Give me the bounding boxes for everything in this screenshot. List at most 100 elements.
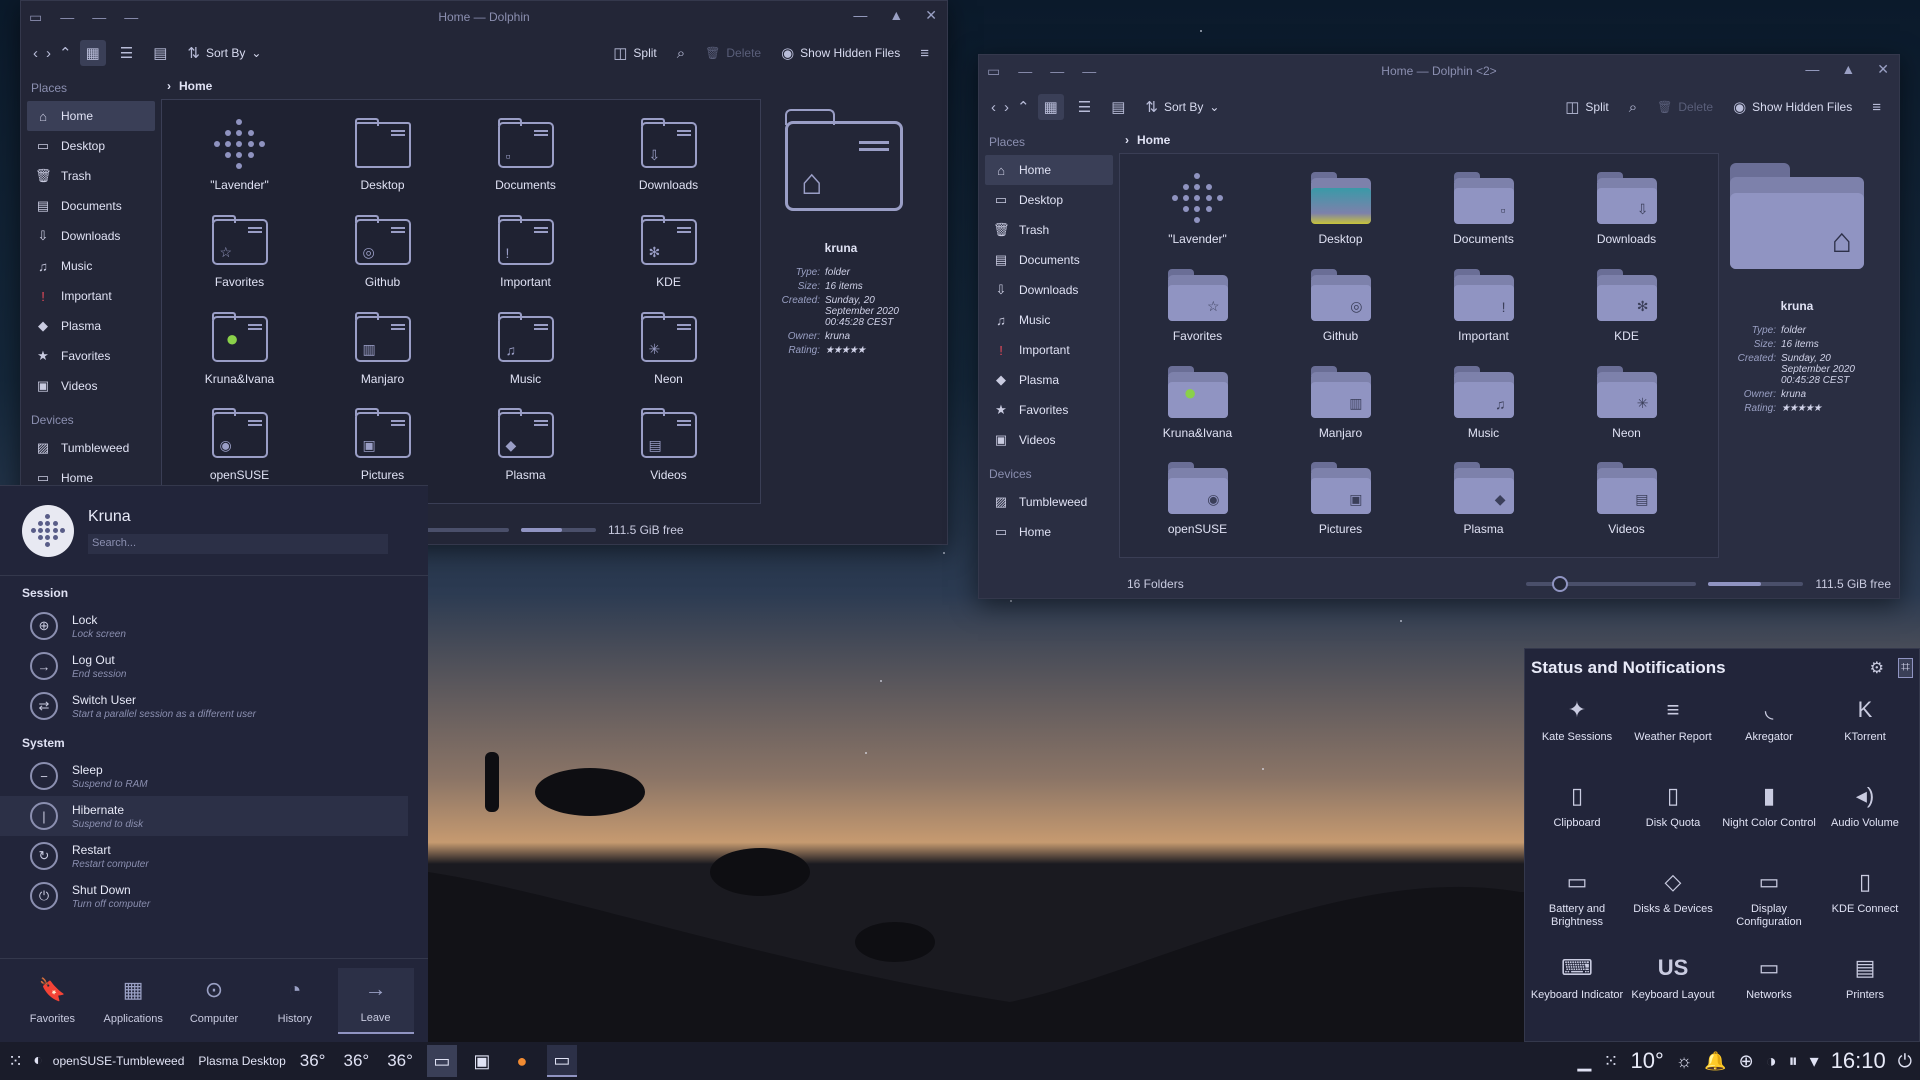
status-item-printers[interactable]: ▤ Printers: [1817, 947, 1913, 1033]
breadcrumb-home[interactable]: Home: [179, 79, 212, 93]
titlebar[interactable]: ▭ — — — Home — Dolphin — ▲ ✕: [21, 1, 947, 33]
folder-item[interactable]: ⇩ Downloads: [597, 108, 740, 202]
launcher-item-log-out[interactable]: → Log Out End session: [0, 646, 408, 686]
media-pause-icon[interactable]: ⏸: [1789, 1051, 1798, 1072]
dolphin-task-icon[interactable]: ▭: [546, 1045, 577, 1077]
folder-item[interactable]: "Lavender": [168, 108, 311, 202]
folder-item[interactable]: ⇩ Downloads: [1555, 162, 1698, 256]
maximize-icon[interactable]: ▲: [889, 7, 903, 24]
sidebar-item-videos[interactable]: ▣ Videos: [27, 371, 155, 401]
search-input[interactable]: Search...: [88, 533, 388, 554]
folder-item[interactable]: Desktop: [311, 108, 454, 202]
folder-item[interactable]: ✻ KDE: [1555, 259, 1698, 353]
status-item-display-configuration[interactable]: ▭ Display Configuration: [1721, 861, 1817, 947]
sort-by-button[interactable]: ⇅ Sort By ⌄: [1139, 94, 1225, 120]
rating-stars[interactable]: ★★★★★: [825, 345, 909, 356]
firefox-task-icon[interactable]: ●: [507, 1045, 537, 1077]
forward-icon[interactable]: ›: [1004, 99, 1009, 116]
close-icon[interactable]: ✕: [1877, 61, 1889, 78]
show-desktop-icon[interactable]: ▁: [1578, 1051, 1592, 1072]
breadcrumb[interactable]: › Home: [1119, 127, 1899, 153]
launcher-item-restart[interactable]: ↻ Restart Restart computer: [0, 836, 408, 876]
folder-item[interactable]: ● Kruna&Ivana: [168, 302, 311, 396]
sidebar-device-tumbleweed[interactable]: ▨ Tumbleweed: [27, 433, 155, 463]
folder-item[interactable]: ◉ openSUSE: [168, 398, 311, 492]
sidebar-item-downloads[interactable]: ⇩ Downloads: [27, 221, 155, 251]
sidebar-item-home[interactable]: ⌂ Home: [985, 155, 1113, 185]
titlebar[interactable]: ▭ — — — Home — Dolphin <2> — ▲ ✕: [979, 55, 1899, 87]
folder-item[interactable]: ✳ Neon: [597, 302, 740, 396]
folder-item[interactable]: ☆ Favorites: [1126, 259, 1269, 353]
launcher-item-shut-down[interactable]: ⏻ Shut Down Turn off computer: [0, 876, 408, 916]
folder-item[interactable]: ◆ Plasma: [1412, 452, 1555, 546]
folder-item[interactable]: ▫ Documents: [1412, 162, 1555, 256]
folder-item[interactable]: ! Important: [1412, 259, 1555, 353]
status-item-night-color-control[interactable]: ▮ Night Color Control: [1721, 775, 1817, 861]
folder-item[interactable]: ◎ Github: [311, 205, 454, 299]
details-view-button[interactable]: ☰: [1072, 94, 1097, 120]
status-item-weather-report[interactable]: ≡ Weather Report: [1625, 689, 1721, 775]
sidebar-item-documents[interactable]: ▤ Documents: [27, 191, 155, 221]
sidebar-item-favorites[interactable]: ★ Favorites: [27, 341, 155, 371]
sidebar-item-plasma[interactable]: ◆ Plasma: [985, 365, 1113, 395]
split-button[interactable]: ◫ Split: [1559, 94, 1615, 120]
back-icon[interactable]: ‹: [991, 99, 996, 116]
sidebar-item-important[interactable]: ! Important: [985, 335, 1113, 365]
folder-item[interactable]: ✳ Neon: [1555, 356, 1698, 450]
window-menu-icon[interactable]: ▭: [29, 9, 42, 25]
status-item-disks-devices[interactable]: ◇ Disks & Devices: [1625, 861, 1721, 947]
night-color-icon[interactable]: ◑: [1766, 1051, 1777, 1072]
sidebar-item-videos[interactable]: ▣ Videos: [985, 425, 1113, 455]
terminal-task-icon[interactable]: ▣: [467, 1045, 497, 1077]
show-hidden-button[interactable]: ◉ Show Hidden Files: [775, 40, 906, 66]
folder-item[interactable]: ♫ Music: [1412, 356, 1555, 450]
folder-item[interactable]: ▤ Videos: [597, 398, 740, 492]
launcher-item-hibernate[interactable]: | Hibernate Suspend to disk: [0, 796, 408, 836]
hamburger-menu-button[interactable]: ≡: [914, 41, 935, 66]
avatar[interactable]: [22, 504, 74, 557]
tab-computer[interactable]: ⊙ Computer: [176, 969, 252, 1033]
folder-item[interactable]: ✻ KDE: [597, 205, 740, 299]
application-launcher-icon[interactable]: ⁙: [8, 1051, 23, 1072]
pin-icon[interactable]: —: [60, 9, 74, 25]
sidebar-item-music[interactable]: ♫ Music: [27, 251, 155, 281]
weather-sun-icon[interactable]: ☼: [1676, 1051, 1693, 1072]
folder-item[interactable]: ♫ Music: [454, 302, 597, 396]
launcher-item-switch-user[interactable]: ⇄ Switch User Start a parallel session as …: [0, 686, 408, 726]
launcher-item-lock[interactable]: ⊕ Lock Lock screen: [0, 606, 408, 646]
folder-item[interactable]: ▥ Manjaro: [1269, 356, 1412, 450]
chameleon-icon[interactable]: ◐: [33, 1052, 43, 1070]
sidebar-item-trash[interactable]: 🗑 Trash: [985, 215, 1113, 245]
status-item-kate-sessions[interactable]: ✦ Kate Sessions: [1529, 689, 1625, 775]
search-button[interactable]: ⌕: [1623, 95, 1643, 120]
sidebar-item-downloads[interactable]: ⇩ Downloads: [985, 275, 1113, 305]
compact-view-button[interactable]: ▤: [1105, 94, 1131, 120]
sidebar-item-desktop[interactable]: ▭ Desktop: [27, 131, 155, 161]
folder-item[interactable]: ☆ Favorites: [168, 205, 311, 299]
keep-above-icon[interactable]: —: [1050, 63, 1064, 79]
delete-button[interactable]: 🗑 Delete: [1651, 96, 1719, 118]
folder-item[interactable]: ◎ Github: [1269, 259, 1412, 353]
search-button[interactable]: ⌕: [671, 41, 691, 66]
folder-item[interactable]: ● Kruna&Ivana: [1126, 356, 1269, 450]
forward-icon[interactable]: ›: [46, 45, 51, 62]
sidebar-item-desktop[interactable]: ▭ Desktop: [985, 185, 1113, 215]
window-menu-icon[interactable]: ▭: [987, 63, 1000, 79]
folder-item[interactable]: ▥ Manjaro: [311, 302, 454, 396]
compact-view-button[interactable]: ▤: [147, 40, 173, 66]
sidebar-device-home[interactable]: ▭ Home: [985, 517, 1113, 547]
details-view-button[interactable]: ☰: [114, 40, 139, 66]
minimize-icon[interactable]: —: [853, 7, 867, 24]
delete-button[interactable]: 🗑 Delete: [699, 42, 767, 64]
folder-item[interactable]: ▣ Pictures: [1269, 452, 1412, 546]
status-item-keyboard-indicator[interactable]: ⌨ Keyboard Indicator: [1529, 947, 1625, 1033]
keep-below-icon[interactable]: —: [1082, 63, 1096, 79]
status-item-networks[interactable]: ▭ Networks: [1721, 947, 1817, 1033]
tab-applications[interactable]: ▦ Applications: [95, 969, 171, 1033]
sidebar-item-home[interactable]: ⌂ Home: [27, 101, 155, 131]
status-item-disk-quota[interactable]: ▯ Disk Quota: [1625, 775, 1721, 861]
minimize-icon[interactable]: —: [1805, 61, 1819, 78]
launcher-item-sleep[interactable]: − Sleep Suspend to RAM: [0, 756, 408, 796]
configure-icon[interactable]: ⚙: [1870, 658, 1884, 678]
tab-history[interactable]: ◔ History: [257, 969, 333, 1033]
